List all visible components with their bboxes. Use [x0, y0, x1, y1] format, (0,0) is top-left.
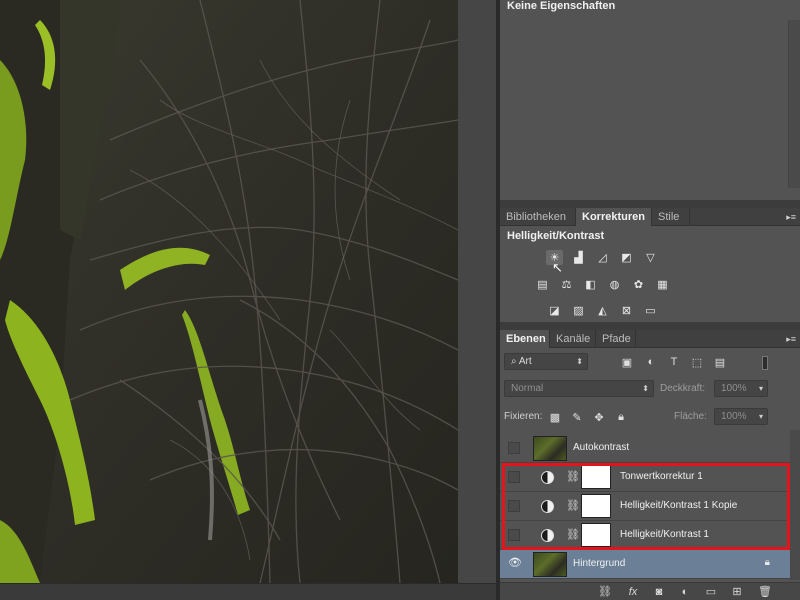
canvas-status-bar	[0, 583, 500, 600]
filter-shape-icon[interactable]: ⬚	[690, 355, 704, 369]
tab-corrections[interactable]: Korrekturen	[576, 208, 652, 226]
properties-panel: Keine Eigenschaften	[500, 0, 800, 200]
layers-scrollbar[interactable]	[790, 430, 800, 580]
chevron-updown-icon: ⬍	[576, 357, 583, 366]
filter-toggle-switch[interactable]	[762, 356, 768, 370]
link-layers-icon[interactable]: ⛓	[598, 585, 612, 599]
tab-layers[interactable]: Ebenen	[500, 330, 550, 348]
posterize-icon[interactable]: ▨	[570, 303, 587, 318]
highlight-box	[502, 463, 790, 550]
gradient-map-icon[interactable]: ▭	[642, 303, 659, 318]
curves-icon[interactable]: ◿	[594, 250, 611, 265]
filter-type-icon[interactable]: T	[667, 355, 681, 369]
black-white-icon[interactable]: ◧	[582, 277, 599, 292]
color-lookup-icon[interactable]: ▦	[654, 277, 671, 292]
tab-libraries[interactable]: Bibliotheken	[500, 208, 576, 226]
corrections-tab-bar: Bibliotheken Korrekturen Stile ▸≡	[500, 208, 800, 226]
opacity-label: Deckkraft:	[660, 383, 706, 394]
photo-filter-icon[interactable]: ◍	[606, 277, 623, 292]
properties-title: Keine Eigenschaften	[507, 0, 616, 12]
trash-icon[interactable]: 🗑︎	[758, 585, 772, 599]
panel-menu-icon[interactable]: ▸≡	[786, 208, 796, 226]
tab-channels[interactable]: Kanäle	[550, 330, 596, 348]
layer-row[interactable]: Autokontrast	[500, 434, 800, 463]
lock-position-icon[interactable]: ✥	[592, 410, 606, 424]
filter-kind-value: Art	[518, 356, 532, 367]
threshold-icon[interactable]: ◭	[594, 303, 611, 318]
new-group-icon[interactable]: ▭	[704, 585, 718, 599]
panel-separator[interactable]	[500, 200, 800, 208]
lock-pixels-icon[interactable]: ✎	[570, 410, 584, 424]
vibrance-icon[interactable]: ▽	[642, 250, 659, 265]
filter-adjustment-icon[interactable]: ◐	[644, 355, 658, 369]
corrections-heading: Helligkeit/Kontrast	[507, 230, 605, 242]
filter-smart-object-icon[interactable]: ▤	[713, 355, 727, 369]
canvas-area	[0, 0, 500, 600]
invert-icon[interactable]: ◪	[546, 303, 563, 318]
layers-panel-menu-icon[interactable]: ▸≡	[786, 330, 796, 348]
mouse-cursor-icon: ↖	[552, 260, 563, 275]
lock-icon[interactable]: 🔒︎	[765, 557, 770, 568]
corrections-panel: Helligkeit/Kontrast ☀ ▟ ◿ ◩ ▽ ▤ ⚖ ◧ ◍ ✿ …	[500, 226, 800, 328]
layer-filter-row: ⌕ Art ⬍ ▣ ◐ T ⬚ ▤	[500, 352, 800, 374]
levels-icon[interactable]: ▟	[570, 250, 587, 265]
layers-bottom-bar: ⛓ fx ◙ ◐ ▭ ⊞ 🗑︎	[500, 582, 800, 600]
chevron-down-icon: ▾	[758, 412, 763, 421]
properties-scrollbar[interactable]	[788, 20, 800, 188]
blend-row: Normal ⬍ Deckkraft: 100% ▾	[500, 380, 800, 402]
exposure-icon[interactable]: ◩	[618, 250, 635, 265]
lock-transparency-icon[interactable]: ▩	[548, 410, 562, 424]
opacity-input[interactable]: 100% ▾	[714, 380, 768, 397]
visibility-toggle[interactable]	[508, 442, 520, 454]
chevron-down-icon: ▾	[758, 384, 763, 393]
layer-style-fx-icon[interactable]: fx	[626, 585, 640, 599]
eye-icon[interactable]: 👁︎	[508, 556, 522, 569]
blend-mode-value: Normal	[511, 383, 544, 394]
layer-thumbnail	[533, 436, 567, 461]
canvas-pasteboard	[458, 0, 496, 583]
fill-input[interactable]: 100% ▾	[714, 408, 768, 425]
photoshop-window: Keine Eigenschaften Bibliotheken Korrekt…	[0, 0, 800, 600]
add-mask-icon[interactable]: ◙	[652, 585, 666, 599]
opacity-value: 100%	[721, 383, 747, 394]
layer-name: Autokontrast	[573, 442, 630, 453]
lock-row: Fixieren: ▩ ✎ ✥ 🔒︎ Fläche: 100% ▾	[500, 408, 800, 430]
blend-mode-select[interactable]: Normal ⬍	[504, 380, 654, 397]
panel-separator-2[interactable]	[500, 322, 800, 330]
channel-mixer-icon[interactable]: ✿	[630, 277, 647, 292]
fill-value: 100%	[721, 411, 747, 422]
layers-tab-bar: Ebenen Kanäle Pfade ▸≡	[500, 330, 800, 348]
color-balance-icon[interactable]: ⚖	[558, 277, 575, 292]
new-adjustment-icon[interactable]: ◐	[678, 585, 692, 599]
layer-name: Hintergrund	[573, 558, 626, 569]
lock-all-icon[interactable]: 🔒︎	[614, 410, 628, 424]
layer-filter-kind-select[interactable]: ⌕ Art ⬍	[504, 353, 588, 370]
tab-paths[interactable]: Pfade	[596, 330, 636, 348]
filter-pixel-icon[interactable]: ▣	[620, 355, 634, 369]
layer-row-selected[interactable]: 👁︎ Hintergrund 🔒︎	[500, 550, 800, 579]
layer-thumbnail	[533, 552, 567, 577]
search-icon: ⌕	[511, 356, 519, 367]
fill-label: Fläche:	[674, 411, 707, 422]
document-canvas[interactable]	[0, 0, 458, 583]
tab-styles[interactable]: Stile	[652, 208, 690, 226]
new-layer-icon[interactable]: ⊞	[730, 585, 744, 599]
lock-label: Fixieren:	[504, 411, 543, 422]
forest-photo	[0, 0, 458, 583]
selective-color-icon[interactable]: ⊠	[618, 303, 635, 318]
hue-saturation-icon[interactable]: ▤	[534, 277, 551, 292]
chevron-updown-icon: ⬍	[642, 384, 649, 393]
